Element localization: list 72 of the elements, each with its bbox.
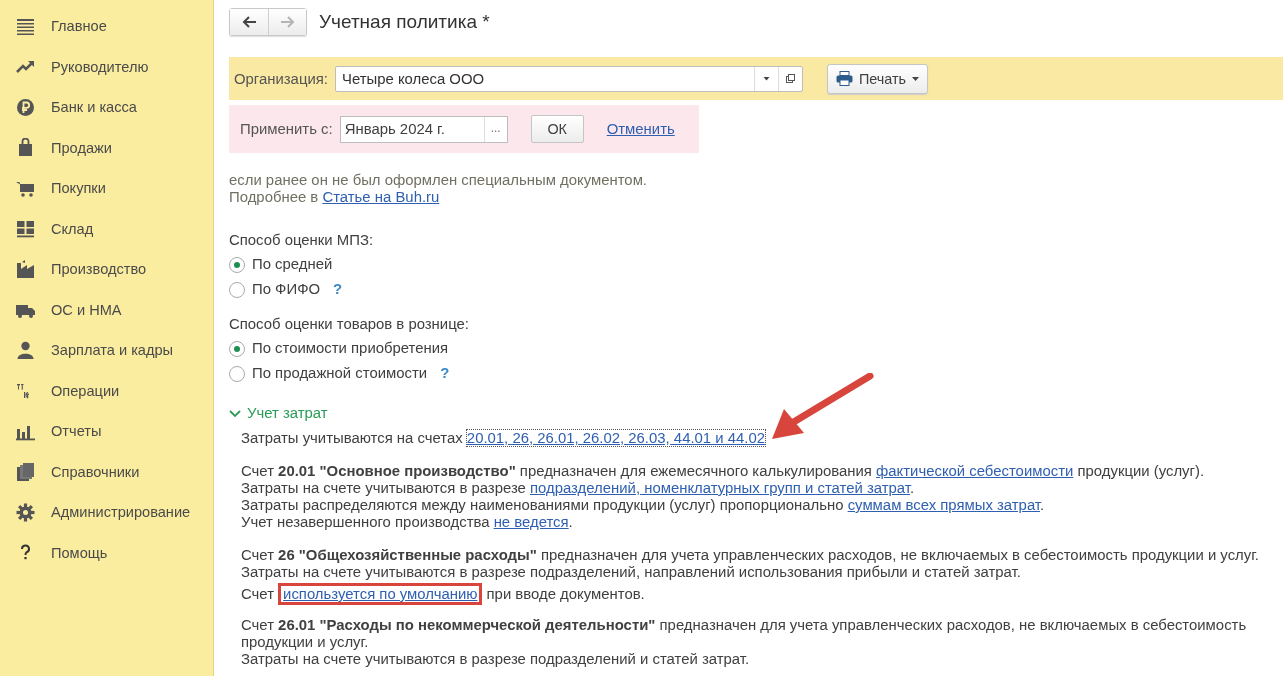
caret-icon — [912, 76, 920, 81]
back-button[interactable] — [230, 9, 268, 35]
link[interactable]: используется по умолчанию — [278, 583, 483, 605]
sidebar-item[interactable]: Зарплата и кадры — [0, 330, 213, 371]
link[interactable]: 20.01, 26, 26.01, 26.02, 26.03, 44.01 и 44.02 — [466, 430, 765, 446]
text-line: Подробнее в Статье на Buh.ru — [229, 189, 441, 206]
radio-button[interactable] — [229, 340, 245, 357]
text-line: Затраты распределяются между наименованиями продукции (услуг) пропорционально суммам всех прямых затрат. — [241, 497, 1046, 514]
sidebar-item[interactable]: Операции — [0, 370, 213, 411]
dropdown-caret-icon — [761, 74, 771, 83]
radio-button[interactable] — [229, 256, 245, 273]
text-line: Учет незавершенного производства не ведется. — [241, 514, 574, 531]
text-line: Затраты учитываются на счетах 20.01, 26, 26.01, 26.02, 26.03, 44.01 и 44.02 — [241, 430, 766, 447]
sidebar-item[interactable]: Руководителю — [0, 46, 213, 87]
group-label: Способ оценки товаров в рознице: — [229, 316, 470, 333]
radio-button[interactable] — [229, 365, 245, 382]
sidebar-item[interactable]: Производство — [0, 249, 213, 290]
arrow-left-icon — [241, 16, 257, 28]
text-line: Затраты на счете учитываются в разрезе подразделений, номенклатурных групп и статей затрат. — [241, 480, 916, 497]
help-link[interactable]: ? — [333, 281, 343, 298]
printer-icon — [835, 71, 853, 86]
radio-button[interactable] — [229, 281, 245, 298]
date-field[interactable]: Январь 2024 г. ... — [339, 115, 508, 143]
sidebar-item[interactable]: Склад — [0, 208, 213, 249]
text-line: Счет 26 "Общехозяйственные расходы" предназначен для учета управленческих расходов, не включаемых в себестоимость продукции и услуг. — [241, 547, 1260, 564]
sidebar-item[interactable]: Помощь — [0, 532, 213, 573]
field-label: Применить с: — [240, 121, 333, 137]
factory-icon — [16, 259, 35, 279]
sidebar-item[interactable]: Продажи — [0, 127, 213, 168]
cancel-link[interactable]: Отменить — [606, 121, 675, 137]
option-label[interactable]: По стоимости приобретения — [252, 340, 449, 357]
choose-button[interactable]: ... — [483, 116, 507, 142]
field-label: Организация: — [234, 70, 328, 87]
section-header[interactable]: Учет затрат — [229, 405, 1283, 422]
settings-icon — [16, 502, 35, 522]
link[interactable]: суммам всех прямых затрат — [847, 497, 1040, 513]
organization-field[interactable]: Четыре колеса ООО — [334, 65, 803, 92]
books-icon — [16, 462, 35, 482]
text-line: Затраты на счете учитываются в разрезе подразделений и статей затрат. — [241, 651, 751, 668]
link[interactable]: Статье на Buh.ru — [322, 189, 440, 205]
open-window-icon — [785, 74, 795, 83]
chevron-down-icon — [229, 409, 241, 418]
person-icon — [16, 340, 35, 360]
option-label[interactable]: По продажной стоимости — [252, 365, 428, 382]
sidebar-item[interactable]: Покупки — [0, 168, 213, 209]
arrow-right-icon — [279, 16, 296, 28]
text-line: Счет 26.01 "Расходы по некоммерческой деятельности" предназначен для учета управленческих расходов, не включаемых в себестоимость — [241, 617, 1248, 634]
group-label: Способ оценки МПЗ: — [229, 232, 374, 249]
sidebar-item[interactable]: Справочники — [0, 451, 213, 492]
text-line: Счет 20.01 "Основное производство" предназначен для ежемесячного калькулирования фактической себестоимости продукции (услуг). — [241, 463, 1206, 480]
grid-icon — [16, 219, 35, 239]
text-line: если ранее он не был оформлен специальным документом. — [229, 172, 648, 189]
menu-icon — [16, 16, 35, 36]
text-line: Затраты на счете учитываются в разрезе подразделений, направлений использования прибыли и статей затрат. — [241, 564, 1022, 581]
link[interactable]: не ведется — [493, 514, 569, 530]
sidebar-item[interactable]: Отчеты — [0, 411, 213, 452]
option-label[interactable]: По ФИФО — [252, 281, 321, 298]
window-title: Учетная политика * — [319, 11, 490, 33]
link[interactable]: подразделений, номенклатурных групп и статей затрат — [530, 480, 910, 496]
ok-button[interactable]: ОК — [530, 115, 584, 143]
sidebar-item[interactable]: Администрирование — [0, 492, 213, 533]
sidebar-item[interactable]: Главное — [0, 6, 213, 47]
print-button[interactable]: Печать — [826, 63, 929, 94]
sidebar-item[interactable]: ОС и НМА — [0, 289, 213, 330]
text-line: Счет используется по умолчанию при вводе документов. — [241, 586, 1283, 603]
option-label[interactable]: По средней — [252, 256, 333, 273]
text-line: продукции и услуг. — [241, 634, 370, 651]
ruble-coin-icon — [16, 97, 35, 117]
help-link[interactable]: ? — [440, 365, 450, 382]
shopping-bag-icon — [16, 138, 35, 158]
link[interactable]: фактической себестоимости — [876, 463, 1074, 479]
sidebar-item[interactable]: Банк и касса — [0, 87, 213, 128]
